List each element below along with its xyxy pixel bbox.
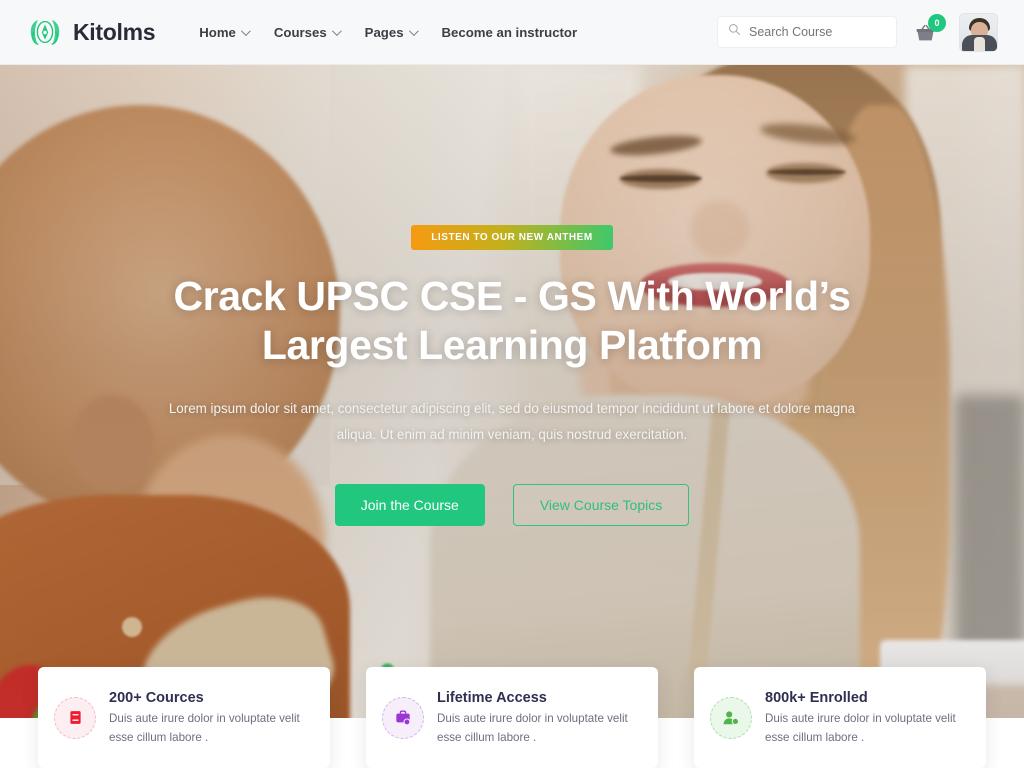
- chevron-down-icon: [331, 25, 342, 36]
- hero-title: Crack UPSC CSE - GS With World’s Largest…: [173, 272, 851, 370]
- cart-button[interactable]: 0: [915, 14, 946, 47]
- search-icon: [728, 23, 741, 41]
- card-body: Lifetime Access Duis aute irure dolor in…: [437, 688, 642, 747]
- search-input[interactable]: [749, 25, 886, 39]
- user-check-icon: [710, 696, 752, 739]
- main-navigation: Home Courses Pages Become an instructor: [199, 25, 577, 40]
- briefcase-icon: [382, 696, 424, 739]
- chevron-down-icon: [240, 25, 251, 36]
- chevron-down-icon: [408, 25, 419, 36]
- header-actions: 0: [717, 12, 998, 52]
- brand-name: Kitolms: [73, 18, 156, 45]
- feature-cards: 200+ Cources Duis aute irure dolor in vo…: [0, 667, 1024, 768]
- hero-cta-group: Join the Course View Course Topics: [334, 483, 690, 526]
- hero-title-line-1: Crack UPSC CSE - GS With World’s: [173, 273, 851, 319]
- card-body: 200+ Cources Duis aute irure dolor in vo…: [109, 688, 314, 747]
- card-title: 200+ Cources: [109, 689, 204, 706]
- feature-card-enrolled[interactable]: 800k+ Enrolled Duis aute irure dolor in …: [694, 667, 986, 768]
- card-text: Duis aute irure dolor in voluptate velit…: [109, 711, 300, 744]
- hero-title-line-2: Largest Learning Platform: [261, 321, 763, 368]
- page-root: Kitolms Home Courses Pages Become an ins…: [0, 0, 1024, 768]
- nav-item-label: Home: [199, 24, 236, 40]
- feature-card-courses[interactable]: 200+ Cources Duis aute irure dolor in vo…: [38, 667, 330, 768]
- hero-section: LISTEN TO OUR NEW ANTHEM Crack UPSC CSE …: [0, 65, 1024, 718]
- card-text: Duis aute irure dolor in voluptate velit…: [437, 711, 628, 744]
- search-box[interactable]: [717, 16, 897, 48]
- nav-item-label: Become an instructor: [441, 24, 578, 40]
- nav-item-label: Pages: [364, 24, 404, 40]
- hero-subtitle: Lorem ipsum dolor sit amet, consectetur …: [168, 400, 856, 442]
- nav-item-courses[interactable]: Courses: [273, 24, 342, 40]
- brand-logo[interactable]: Kitolms: [26, 13, 156, 51]
- view-course-topics-button[interactable]: View Course Topics: [512, 483, 690, 526]
- avatar[interactable]: [959, 12, 998, 52]
- book-icon: [54, 696, 96, 739]
- nav-item-home[interactable]: Home: [199, 24, 251, 40]
- card-body: 800k+ Enrolled Duis aute irure dolor in …: [765, 688, 970, 747]
- card-text: Duis aute irure dolor in voluptate velit…: [765, 711, 956, 744]
- nav-item-become-an-instructor[interactable]: Become an instructor: [442, 25, 578, 40]
- hero-content: LISTEN TO OUR NEW ANTHEM Crack UPSC CSE …: [0, 65, 1024, 718]
- card-title: 800k+ Enrolled: [765, 689, 868, 706]
- anthem-badge[interactable]: LISTEN TO OUR NEW ANTHEM: [411, 225, 613, 250]
- cart-badge: 0: [928, 14, 946, 32]
- join-the-course-button[interactable]: Join the Course: [334, 483, 485, 526]
- card-title: Lifetime Access: [437, 689, 547, 706]
- wreath-pen-logo-icon: [26, 13, 64, 51]
- feature-card-lifetime-access[interactable]: Lifetime Access Duis aute irure dolor in…: [366, 667, 658, 768]
- site-header: Kitolms Home Courses Pages Become an ins…: [0, 0, 1024, 65]
- nav-item-label: Courses: [273, 24, 327, 40]
- nav-item-pages[interactable]: Pages: [364, 24, 419, 40]
